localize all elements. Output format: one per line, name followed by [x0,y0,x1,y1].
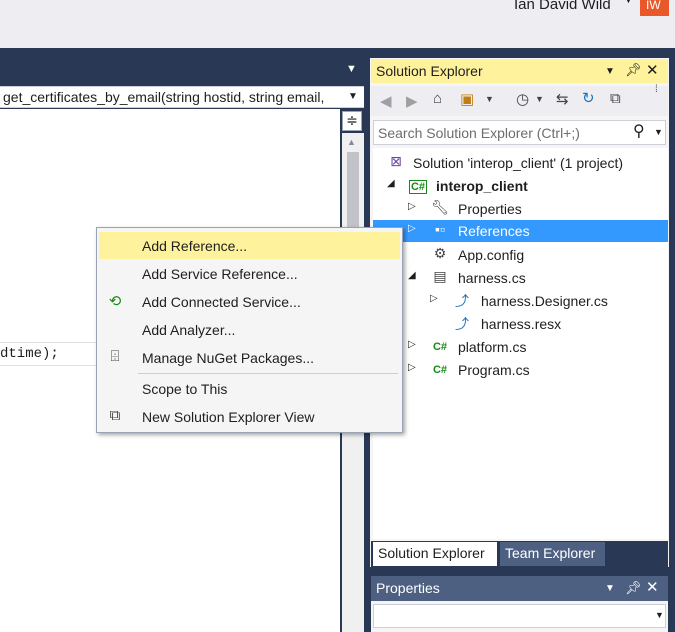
refresh-icon[interactable]: ↻ [582,89,595,107]
back-icon[interactable]: ◀ [380,92,392,110]
tree-item-label: Program.cs [458,362,530,378]
tree-item-program[interactable]: ▷ C# Program.cs [373,359,668,381]
tree-item-label: platform.cs [458,339,527,355]
tree-item-label: harness.Designer.cs [481,293,608,309]
pin-icon[interactable]: 📌︎ [625,62,642,78]
tree-item-harness-resx[interactable]: ⤴ harness.resx [373,313,668,335]
solution-icon: ⊠ [390,153,402,169]
tree-item-label: harness.cs [458,270,526,286]
collapsed-arrow-icon[interactable]: ▷ [408,339,416,350]
pending-changes-dropdown-icon[interactable]: ▼ [535,94,544,104]
menu-item-label: Scope to This [142,381,228,397]
tree-item-harness-designer[interactable]: ▷ ⤴ harness.Designer.cs [373,290,668,312]
csharp-file-icon: C# [432,364,448,376]
collapse-all-icon[interactable]: ⧉ [610,90,621,107]
tree-item-platform[interactable]: ▷ C# platform.cs [373,336,668,358]
window-position-dropdown-icon[interactable]: ▼ [605,583,615,594]
chevron-down-icon[interactable]: ▼ [655,610,664,620]
solution-explorer-title: Solution Explorer [376,63,483,79]
user-avatar[interactable]: IW [640,0,669,16]
menu-item-label: New Solution Explorer View [142,409,315,425]
split-window-button[interactable]: ≑ [342,111,362,131]
tree-item-solution[interactable]: ⊠ Solution 'interop_client' (1 project) [373,152,668,174]
tab-team-explorer[interactable]: Team Explorer [500,542,605,566]
new-view-icon: ⧉ [109,407,121,424]
tree-item-label: Solution 'interop_client' (1 project) [413,155,624,171]
member-navigation-text: get_certificates_by_email(string hostid,… [3,89,325,105]
pin-icon[interactable]: 📌︎ [625,580,642,596]
csharp-project-icon: C# [409,180,427,194]
forward-icon[interactable]: ▶ [406,92,418,110]
switch-views-icon[interactable]: ▣ [460,90,474,108]
search-icon[interactable]: ⚲ [633,121,645,141]
tree-item-label: App.config [458,247,525,263]
expanded-arrow-icon[interactable]: ◢ [408,270,416,281]
menu-item-add-service-reference[interactable]: Add Service Reference... [99,260,400,287]
menu-item-label: Add Reference... [142,238,248,254]
tree-item-label: Properties [458,201,522,217]
close-icon[interactable]: ✕ [646,578,659,596]
menu-item-add-connected-service[interactable]: ⟲ Add Connected Service... [99,288,400,315]
connected-service-icon: ⟲ [108,293,122,310]
collapsed-arrow-icon[interactable]: ▷ [408,362,416,373]
expanded-arrow-icon[interactable]: ◢ [387,178,395,189]
search-placeholder: Search Solution Explorer (Ctrl+;) [378,125,580,141]
editor-tab-strip [0,58,366,84]
menu-item-manage-nuget-packages[interactable]: ⌹ Manage NuGet Packages... [99,344,400,371]
home-icon[interactable]: ⌂ [433,90,442,107]
collapsed-arrow-icon[interactable]: ▷ [430,293,438,304]
menu-item-add-reference[interactable]: Add Reference... [99,232,400,259]
tree-item-label: References [458,223,530,239]
collapsed-arrow-icon[interactable]: ▷ [408,201,416,212]
tab-solution-explorer[interactable]: Solution Explorer [373,542,497,566]
menu-item-new-solution-explorer-view[interactable]: ⧉ New Solution Explorer View [99,403,400,430]
toolbar-overflow-icon[interactable]: ⁞ [655,84,658,95]
tree-item-label: interop_client [436,178,528,194]
resx-file-icon: ⤴ [455,316,469,332]
tree-item-project[interactable]: ◢ C# interop_client [373,175,668,197]
csharp-file-icon: C# [432,341,448,353]
wrench-icon: 🔧︎ [431,199,449,215]
code-line: dtime); [0,346,59,362]
tree-item-properties[interactable]: ▷ 🔧︎ Properties [373,198,668,220]
user-name[interactable]: Ian David Wild [514,0,611,13]
pending-changes-filter-icon[interactable]: ◷ [516,90,529,108]
switch-views-dropdown-icon[interactable]: ▼ [485,94,494,104]
references-icon: ▪▫ [435,221,445,237]
member-navigation-dropdown-icon[interactable]: ▼ [348,91,358,102]
menu-item-scope-to-this[interactable]: Scope to This [99,375,400,402]
menu-item-add-analyzer[interactable]: Add Analyzer... [99,316,400,343]
close-icon[interactable]: ✕ [646,61,659,79]
menu-separator [138,373,398,374]
tree-item-harness[interactable]: ◢ ▤ harness.cs [373,267,668,289]
tree-item-app-config[interactable]: ⚙ App.config [373,244,668,266]
form-icon: ▤ [433,268,447,284]
scroll-up-arrow-icon[interactable]: ▲ [347,137,356,147]
search-options-dropdown-icon[interactable]: ▼ [654,127,663,137]
window-position-dropdown-icon[interactable]: ▼ [605,66,615,77]
properties-object-combo[interactable] [373,604,666,628]
user-dropdown-icon[interactable]: ▼ [623,0,634,6]
solution-explorer-toolbar: ◀ ▶ ⌂ ▣ ▼ ◷ ▼ ⇆ ↻ ⧉ ⁞ [371,84,668,116]
menu-item-label: Add Connected Service... [142,294,301,310]
menu-item-label: Manage NuGet Packages... [142,350,314,366]
sync-with-active-document-icon[interactable]: ⇆ [556,90,569,108]
config-file-icon: ⚙ [433,245,447,261]
properties-title: Properties [376,580,440,596]
collapsed-arrow-icon[interactable]: ▷ [408,223,416,234]
nuget-icon: ⌹ [110,348,120,365]
designer-file-icon: ⤴ [455,293,469,309]
tree-item-label: harness.resx [481,316,562,332]
menu-item-label: Add Analyzer... [142,322,236,338]
menu-item-label: Add Service Reference... [142,266,298,282]
tree-item-references[interactable]: ▷ ▪▫ References [373,220,668,242]
editor-tabs-dropdown-icon[interactable]: ▼ [346,63,357,75]
